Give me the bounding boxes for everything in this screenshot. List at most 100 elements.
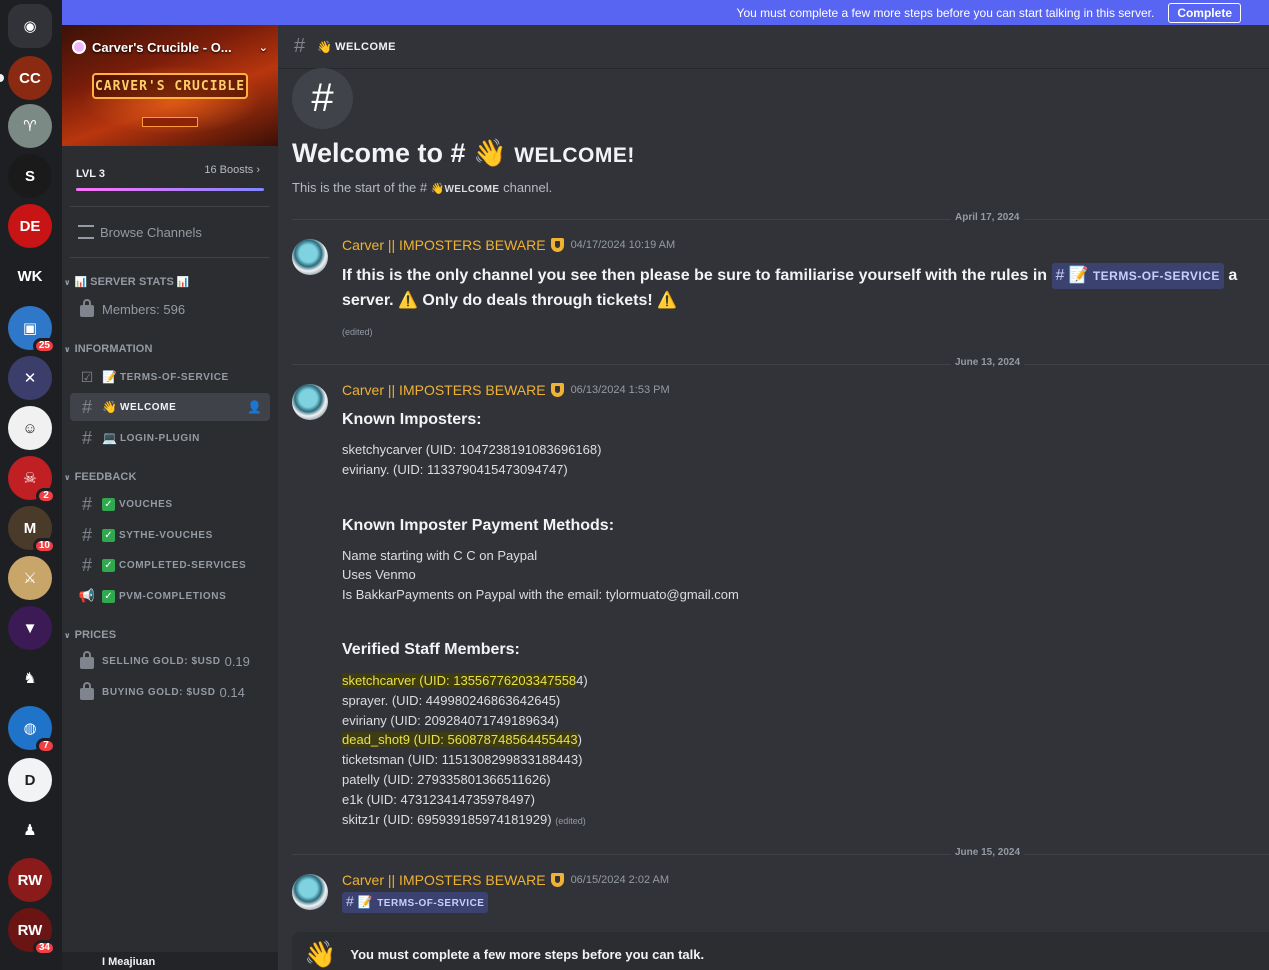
chevron-down-icon: ⌄ xyxy=(258,41,268,54)
boost-progress[interactable]: LVL 3 16 Boosts › xyxy=(62,146,278,204)
memo-emoji-icon: 📝 xyxy=(357,895,373,909)
message-header: Carver || IMPOSTERS BEWARE 06/15/2024 2:… xyxy=(342,872,669,888)
server-name-header[interactable]: Carver's Crucible - O... ⌄ xyxy=(62,37,278,57)
server-rw-2[interactable]: RW 34 xyxy=(8,908,56,956)
server-red-skull[interactable]: ☠ 2 xyxy=(8,456,56,504)
hash-icon: # xyxy=(294,35,306,57)
highlighted-text: dead_shot9 (UID: 560878748564455443 xyxy=(342,732,578,747)
hash-icon: # xyxy=(81,554,92,575)
channel-label: PVM-COMPLETIONS xyxy=(119,590,227,602)
channel-label: COMPLETED-SERVICES xyxy=(119,559,247,571)
lock-icon xyxy=(80,299,94,317)
check-emoji-icon: ✓ xyxy=(102,558,115,572)
channel-buying-gold[interactable]: BUYING GOLD: $USD 0.14 xyxy=(70,678,270,706)
onboarding-notice-text: You must complete a few more steps befor… xyxy=(350,946,705,962)
mention-badge: 25 xyxy=(32,338,56,354)
channel-terms-of-service[interactable]: ☑ 📝 TERMS-OF-SERVICE xyxy=(70,363,270,391)
channel-selling-gold[interactable]: SELLING GOLD: $USD 0.19 xyxy=(70,647,270,675)
server-maxedgp[interactable]: M 10 xyxy=(8,506,56,554)
avatar[interactable] xyxy=(292,239,328,275)
welcome-sub-prefix: This is the start of the # xyxy=(292,180,428,195)
browse-channels-icon xyxy=(78,225,94,239)
hash-icon: # xyxy=(81,524,92,545)
check-emoji-icon: ✓ xyxy=(102,497,115,511)
message-text-part: If this is the only channel you see then… xyxy=(342,267,1052,284)
channel-mention[interactable]: # 📝 TERMS-OF-SERVICE xyxy=(342,892,489,913)
server-s-gold[interactable]: S xyxy=(8,154,52,198)
wave-emoji-icon: 👋 xyxy=(430,183,445,195)
server-d-logo[interactable]: D xyxy=(8,758,52,802)
channel-members[interactable]: Members: 596 xyxy=(70,295,270,323)
message-line: ticketsman (UID: 1151308299833188443) xyxy=(342,752,583,767)
category-label: PRICES xyxy=(74,629,117,641)
wave-emoji-icon: 👋 xyxy=(102,400,117,414)
server-banner: CARVER'S CRUCIBLE Carver's Crucible - O.… xyxy=(62,25,278,146)
discord-home-icon[interactable]: ◉ xyxy=(8,4,52,48)
server-carvers-crucible[interactable]: CC xyxy=(8,56,52,100)
author-name[interactable]: Carver || IMPOSTERS BEWARE xyxy=(342,382,546,398)
announcement-channel-icon: 📢 xyxy=(78,588,96,603)
server-de[interactable]: DE xyxy=(8,204,52,248)
server-green-ribbon[interactable]: ♈ xyxy=(8,104,52,148)
boost-progress-bar xyxy=(76,188,264,191)
message-text-part: ) xyxy=(577,732,582,747)
author-name[interactable]: Carver || IMPOSTERS BEWARE xyxy=(342,872,546,888)
channel-mention[interactable]: # 📝 TERMS-OF-SERVICE xyxy=(1051,263,1224,289)
edited-label: (edited) xyxy=(555,816,586,826)
server-face[interactable]: ☺ xyxy=(8,406,52,450)
highlighted-text: sketchcarver (UID: 13556776203347558 xyxy=(342,673,577,688)
channel-label: SYTHE-VOUCHES xyxy=(119,529,213,541)
complete-button[interactable]: Complete xyxy=(1168,2,1241,23)
avatar[interactable] xyxy=(292,874,328,910)
category-label: INFORMATION xyxy=(74,343,153,355)
hash-icon: # xyxy=(81,396,92,417)
server-wk[interactable]: WK xyxy=(8,254,52,298)
warning-emoji-icon: ⚠️ xyxy=(657,292,678,309)
server-x[interactable]: ✕ xyxy=(8,356,52,400)
channel-sythe-vouches[interactable]: # ✓ SYTHE-VOUCHES xyxy=(70,521,270,549)
avatar[interactable] xyxy=(292,384,328,420)
message-line: Is BakkarPayments on Paypal with the ema… xyxy=(342,587,739,602)
section-heading: Known Imposter Payment Methods: xyxy=(342,517,615,534)
server-dice[interactable]: ▣ 25 xyxy=(8,306,56,354)
category-feedback[interactable]: ∨ FEEDBACK xyxy=(64,471,137,483)
category-prices[interactable]: ∨ PRICES xyxy=(64,629,116,641)
hash-icon: # xyxy=(346,893,354,909)
channel-pvm-completions[interactable]: 📢 ✓ PVM-COMPLETIONS xyxy=(70,582,270,610)
shield-icon xyxy=(550,383,564,397)
channel-vouches[interactable]: # ✓ VOUCHES xyxy=(70,490,270,518)
server-sword-shield[interactable]: ⚔ xyxy=(8,556,52,600)
mention-label: TERMS-OF-SERVICE xyxy=(377,898,485,909)
invite-member-icon[interactable]: 👤 xyxy=(247,400,262,414)
onboarding-notice[interactable]: 👋 You must complete a few more steps bef… xyxy=(292,932,1269,970)
message-text: # 📝 TERMS-OF-SERVICE xyxy=(342,892,489,913)
browse-channels-button[interactable]: Browse Channels xyxy=(70,216,270,248)
message-line: sprayer. (UID: 449980246863642645) xyxy=(342,693,561,708)
chevron-down-icon: ∨ xyxy=(64,472,71,482)
date-label: June 15, 2024 xyxy=(951,847,1025,858)
server-pixel-man[interactable]: ♟ xyxy=(8,808,52,852)
server-rw[interactable]: RW xyxy=(8,858,52,902)
check-emoji-icon: ✓ xyxy=(102,528,115,542)
welcome-sub-suffix: channel. xyxy=(499,180,553,195)
onboarding-banner: You must complete a few more steps befor… xyxy=(62,0,1269,25)
server-blue-orb[interactable]: ◍ 7 xyxy=(8,706,56,754)
lock-icon xyxy=(80,651,94,669)
author-name[interactable]: Carver || IMPOSTERS BEWARE xyxy=(342,237,546,253)
server-purple-hood[interactable]: ▼ xyxy=(8,606,52,650)
server-camel[interactable]: ♞ xyxy=(8,656,52,700)
check-emoji-icon: ✓ xyxy=(102,589,115,603)
channel-header: # 👋 WELCOME xyxy=(278,25,1269,69)
chevron-right-icon: › xyxy=(256,164,260,176)
channel-welcome[interactable]: # 👋 WELCOME 👤 xyxy=(70,393,270,421)
wave-emoji-icon: 👋 xyxy=(304,938,337,969)
message-line: Name starting with C C on Paypal xyxy=(342,548,538,563)
chevron-down-icon: ∨ xyxy=(64,630,71,640)
category-server-stats[interactable]: ∨ 📊 SERVER STATS 📊 xyxy=(64,276,189,288)
message-line: dead_shot9 (UID: 560878748564455443) xyxy=(342,730,582,750)
memo-emoji-icon: 📝 xyxy=(1068,267,1089,284)
wave-emoji-icon: 👋 xyxy=(317,39,333,54)
channel-login-plugin[interactable]: # 💻 LOGIN-PLUGIN xyxy=(70,424,270,452)
channel-completed-services[interactable]: # ✓ COMPLETED-SERVICES xyxy=(70,551,270,579)
category-information[interactable]: ∨ INFORMATION xyxy=(64,343,153,355)
